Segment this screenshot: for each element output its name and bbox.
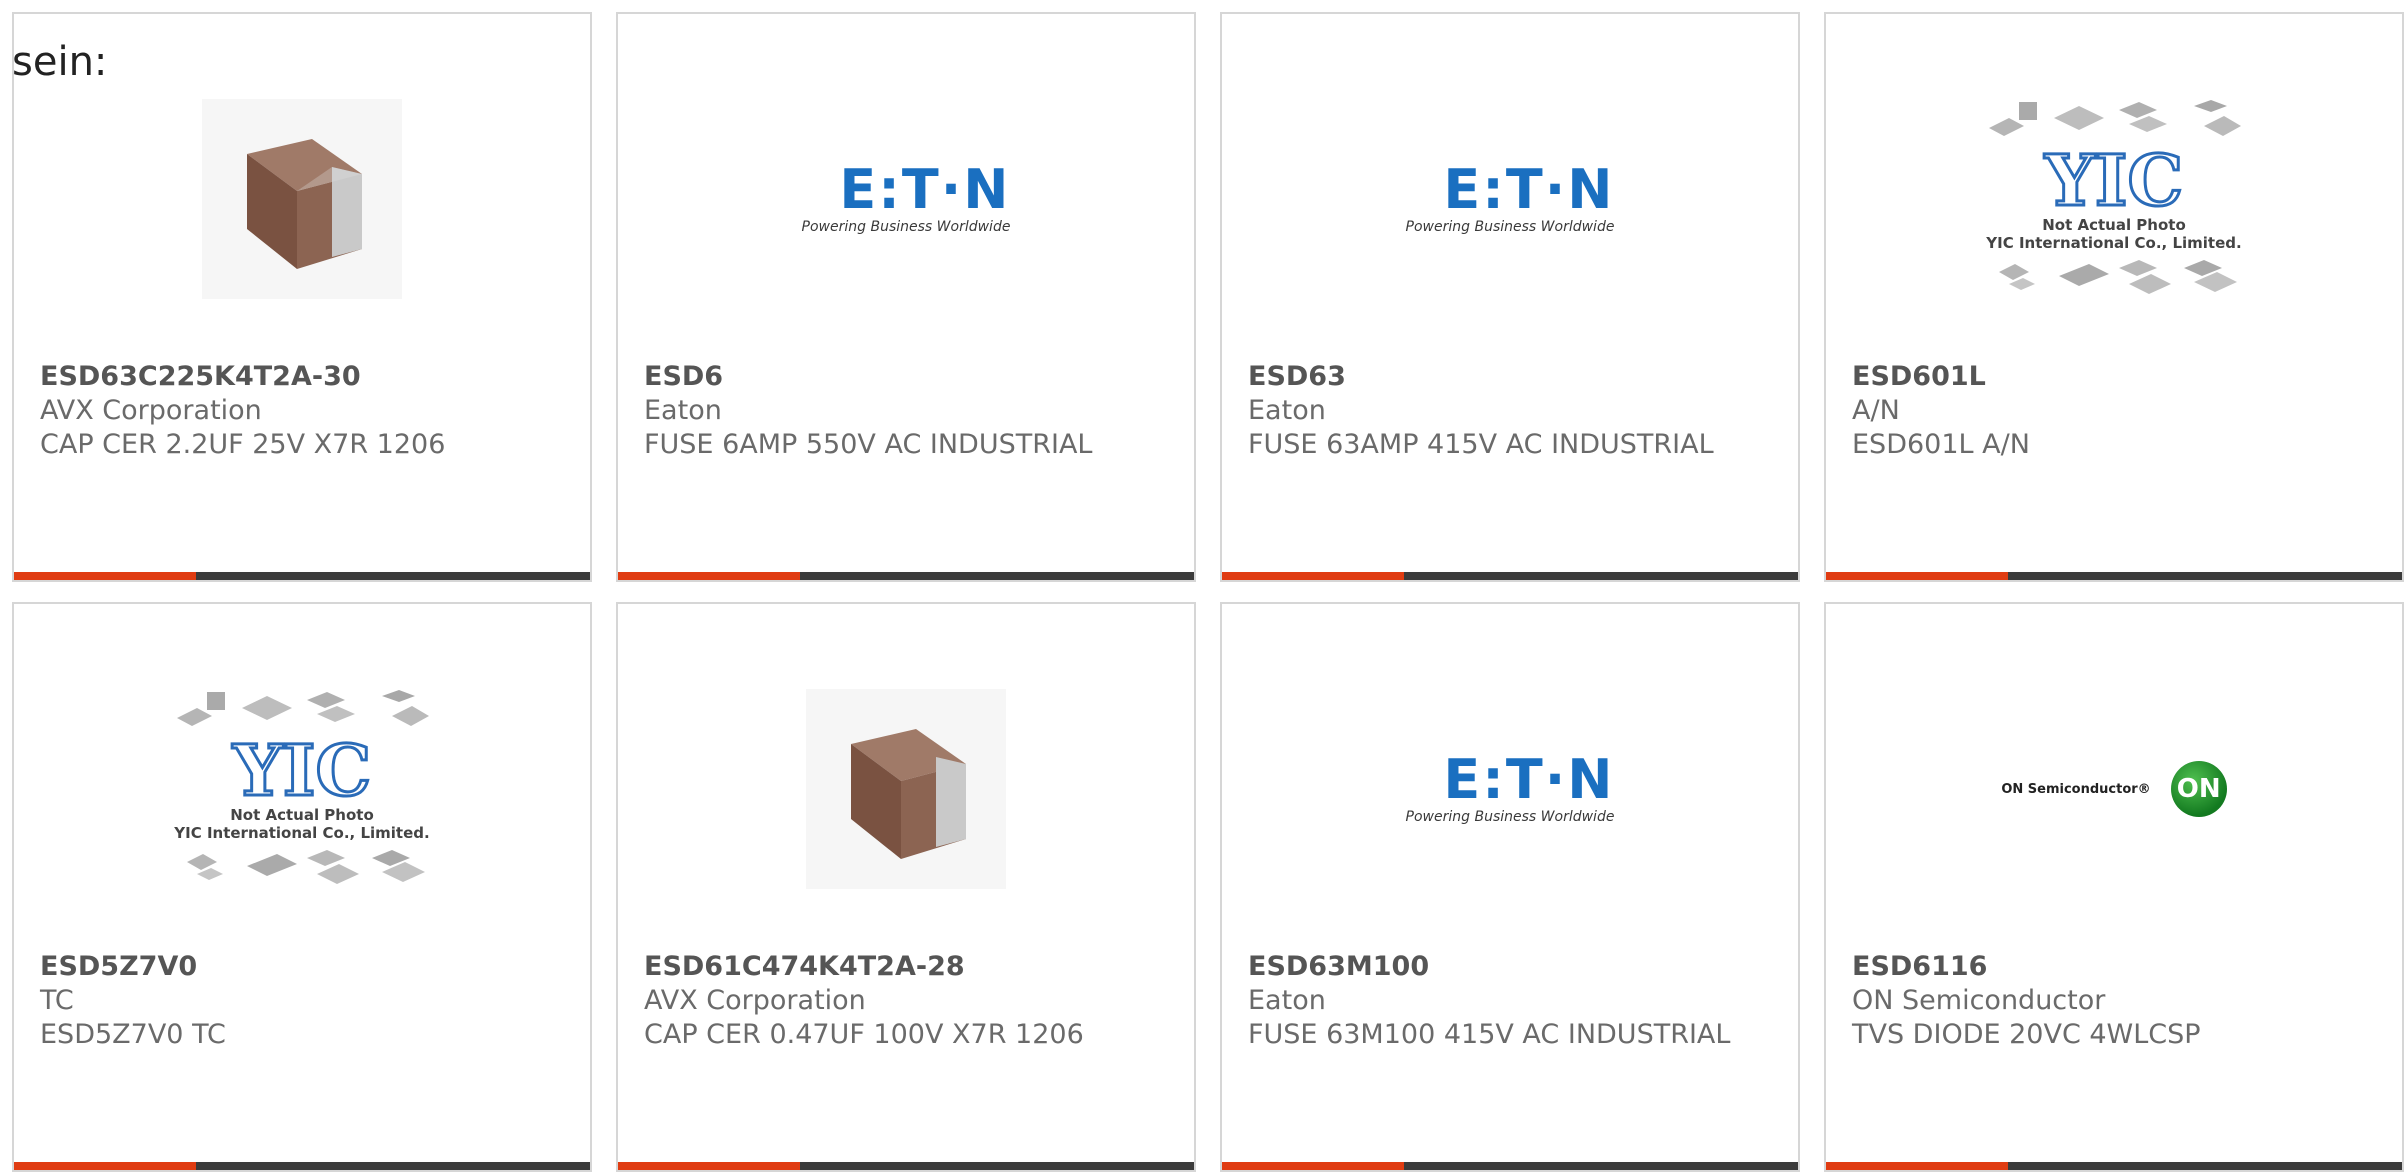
eaton-logo-tagline: Powering Business Worldwide <box>1405 219 1615 235</box>
yic-caption-not-actual: Not Actual Photo <box>2042 216 2186 234</box>
yic-placeholder-icon: YIC Not Actual Photo YIC International C… <box>1979 96 2249 302</box>
chip-packages-icon <box>1999 260 2237 294</box>
chip-packages-icon <box>187 850 425 884</box>
product-card[interactable]: ESD61C474K4T2A-28 AVX Corporation CAP CE… <box>616 602 1196 1172</box>
card-accent-bar <box>1826 1162 2008 1170</box>
part-number[interactable]: ESD601L <box>1852 360 2382 394</box>
manufacturer: TC <box>40 985 74 1016</box>
card-footer-bar <box>14 572 590 580</box>
eaton-logo-word: E:T·N <box>839 158 1011 221</box>
card-accent-bar <box>618 572 800 580</box>
manufacturer: AVX Corporation <box>644 985 866 1016</box>
product-image <box>618 664 1194 914</box>
manufacturer: A/N <box>1852 395 1900 426</box>
card-footer-bar <box>1826 572 2402 580</box>
capacitor-chip-icon <box>806 689 1006 889</box>
yic-caption-company: YIC International Co., Limited. <box>1986 234 2242 252</box>
on-semi-logo-name: ON Semiconductor® <box>2001 781 2151 797</box>
part-number[interactable]: ESD61C474K4T2A-28 <box>644 950 1174 984</box>
product-image: E:T·N Powering Business Worldwide <box>1222 664 1798 914</box>
eaton-logo-word: E:T·N <box>1443 158 1615 221</box>
intro-text: sein: <box>12 39 108 85</box>
description: FUSE 63M100 415V AC INDUSTRIAL <box>1248 1019 1731 1050</box>
card-accent-bar <box>14 1162 196 1170</box>
card-accent-bar <box>1826 572 2008 580</box>
part-number[interactable]: ESD63C225K4T2A-30 <box>40 360 570 394</box>
part-number[interactable]: ESD63M100 <box>1248 950 1778 984</box>
yic-logo-mark: YIC <box>231 729 372 812</box>
on-semi-logo-disc: ON <box>2170 761 2227 817</box>
card-footer-bar <box>1826 1162 2402 1170</box>
description: FUSE 63AMP 415V AC INDUSTRIAL <box>1248 429 1714 460</box>
description: TVS DIODE 20VC 4WLCSP <box>1852 1019 2201 1050</box>
product-card[interactable]: E:T·N Powering Business Worldwide ESD6 E… <box>616 12 1196 582</box>
manufacturer: Eaton <box>644 395 722 426</box>
eaton-logo-tagline: Powering Business Worldwide <box>1405 809 1615 825</box>
product-card[interactable]: YIC Not Actual Photo YIC International C… <box>12 602 592 1172</box>
description: FUSE 6AMP 550V AC INDUSTRIAL <box>644 429 1093 460</box>
card-accent-bar <box>1222 1162 1404 1170</box>
yic-caption-company: YIC International Co., Limited. <box>174 824 430 842</box>
product-image: YIC Not Actual Photo YIC International C… <box>14 664 590 914</box>
eaton-logo-icon: E:T·N Powering Business Worldwide <box>1405 158 1615 236</box>
card-accent-bar <box>14 572 196 580</box>
product-image: E:T·N Powering Business Worldwide <box>618 74 1194 324</box>
card-footer-bar <box>14 1162 590 1170</box>
card-footer-bar <box>618 572 1194 580</box>
eaton-logo-icon: E:T·N Powering Business Worldwide <box>801 158 1011 236</box>
part-number[interactable]: ESD6116 <box>1852 950 2382 984</box>
description: ESD601L A/N <box>1852 429 2030 460</box>
eaton-logo-icon: E:T·N Powering Business Worldwide <box>1405 748 1615 826</box>
card-footer-bar <box>1222 572 1798 580</box>
product-card[interactable]: E:T·N Powering Business Worldwide ESD63 … <box>1220 12 1800 582</box>
card-footer-bar <box>618 1162 1194 1170</box>
card-accent-bar <box>618 1162 800 1170</box>
product-card[interactable]: ESD63C225K4T2A-30 AVX Corporation CAP CE… <box>12 12 592 582</box>
capacitor-chip-icon <box>202 99 402 299</box>
description: CAP CER 0.47UF 100V X7R 1206 <box>644 1019 1084 1050</box>
manufacturer: Eaton <box>1248 985 1326 1016</box>
part-number[interactable]: ESD63 <box>1248 360 1778 394</box>
description: ESD5Z7V0 TC <box>40 1019 226 1050</box>
product-card[interactable]: ON Semiconductor® ON ESD6116 ON Semicond… <box>1824 602 2404 1172</box>
yic-caption-not-actual: Not Actual Photo <box>230 806 374 824</box>
description: CAP CER 2.2UF 25V X7R 1206 <box>40 429 446 460</box>
product-card[interactable]: E:T·N Powering Business Worldwide ESD63M… <box>1220 602 1800 1172</box>
eaton-logo-tagline: Powering Business Worldwide <box>801 219 1011 235</box>
product-grid: ESD63C225K4T2A-30 AVX Corporation CAP CE… <box>0 0 2405 1172</box>
manufacturer: ON Semiconductor <box>1852 985 2106 1016</box>
manufacturer: Eaton <box>1248 395 1326 426</box>
product-image: ON Semiconductor® ON <box>1826 664 2402 914</box>
card-accent-bar <box>1222 572 1404 580</box>
product-image: YIC Not Actual Photo YIC International C… <box>1826 74 2402 324</box>
on-semi-logo-icon: ON Semiconductor® ON <box>2001 761 2227 817</box>
product-image: E:T·N Powering Business Worldwide <box>1222 74 1798 324</box>
manufacturer: AVX Corporation <box>40 395 262 426</box>
eaton-logo-word: E:T·N <box>1443 748 1615 811</box>
product-image <box>14 74 590 324</box>
product-card[interactable]: YIC Not Actual Photo YIC International C… <box>1824 12 2404 582</box>
part-number[interactable]: ESD6 <box>644 360 1174 394</box>
card-footer-bar <box>1222 1162 1798 1170</box>
yic-logo-mark: YIC <box>2043 139 2184 222</box>
yic-placeholder-icon: YIC Not Actual Photo YIC International C… <box>167 686 437 892</box>
part-number[interactable]: ESD5Z7V0 <box>40 950 570 984</box>
